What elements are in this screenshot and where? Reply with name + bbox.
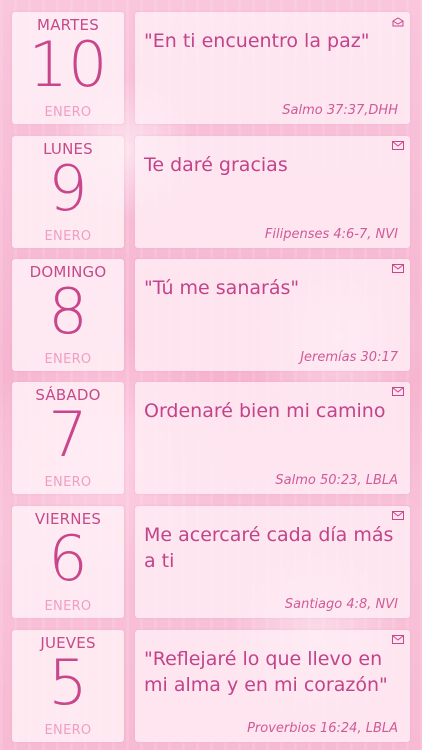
verse-reference: Salmo 37:37,DHH <box>282 103 398 118</box>
day-number: 9 <box>48 152 88 225</box>
verse-card[interactable]: "En ti encuentro la paz" Salmo 37:37,DHH <box>135 12 410 124</box>
day-number: 8 <box>48 275 88 348</box>
list-item[interactable]: JUEVES 5 ENERO "Reflejaré lo que llevo e… <box>0 630 422 742</box>
verse-reference: Filipenses 4:6-7, NVI <box>264 227 398 242</box>
month-label: ENERO <box>44 105 92 120</box>
list-item[interactable]: VIERNES 6 ENERO Me acercaré cada día más… <box>0 506 422 618</box>
verse-reference: Jeremías 30:17 <box>300 350 398 365</box>
verse-card[interactable]: "Tú me sanarás" Jeremías 30:17 <box>135 259 410 371</box>
month-label: ENERO <box>44 475 92 490</box>
date-card[interactable]: LUNES 9 ENERO <box>12 136 124 248</box>
day-number: 10 <box>28 28 108 101</box>
verse-text: Te daré gracias <box>144 154 288 176</box>
verse-card[interactable]: Te daré gracias Filipenses 4:6-7, NVI <box>135 136 410 248</box>
verse-text: "Tú me sanarás" <box>144 277 300 299</box>
envelope-icon[interactable] <box>392 264 404 273</box>
day-number: 5 <box>48 646 88 719</box>
list-item[interactable]: SÁBADO 7 ENERO Ordenaré bien mi camino S… <box>0 382 422 494</box>
verse-card[interactable]: Me acercaré cada día más a ti Santiago 4… <box>135 506 410 618</box>
envelope-icon[interactable] <box>392 511 404 520</box>
list-item[interactable]: DOMINGO 8 ENERO "Tú me sanarás" Jeremías… <box>0 259 422 371</box>
list-item[interactable]: MARTES 10 ENERO "En ti encuentro la paz"… <box>0 12 422 124</box>
month-label: ENERO <box>44 229 92 244</box>
verse-reference: Salmo 50:23, LBLA <box>275 473 398 488</box>
date-card[interactable]: MARTES 10 ENERO <box>12 12 124 124</box>
verse-text: Ordenaré bien mi camino <box>144 400 386 422</box>
month-label: ENERO <box>44 352 92 367</box>
date-card[interactable]: JUEVES 5 ENERO <box>12 630 124 742</box>
date-card[interactable]: DOMINGO 8 ENERO <box>12 259 124 371</box>
envelope-icon[interactable] <box>392 141 404 150</box>
verse-reference: Proverbios 16:24, LBLA <box>247 721 398 736</box>
verse-text: Me acercaré cada día más a ti <box>144 524 394 572</box>
date-card[interactable]: VIERNES 6 ENERO <box>12 506 124 618</box>
verse-text: "En ti encuentro la paz" <box>144 30 370 52</box>
envelope-icon[interactable] <box>392 635 404 644</box>
day-number: 6 <box>48 522 88 595</box>
verse-text: "Reflejaré lo que llevo en mi alma y en … <box>144 648 388 696</box>
verse-card[interactable]: Ordenaré bien mi camino Salmo 50:23, LBL… <box>135 382 410 494</box>
open-envelope-icon[interactable] <box>392 17 404 27</box>
verse-card[interactable]: "Reflejaré lo que llevo en mi alma y en … <box>135 630 410 742</box>
month-label: ENERO <box>44 723 92 738</box>
month-label: ENERO <box>44 599 92 614</box>
verse-reference: Santiago 4:8, NVI <box>284 597 398 612</box>
envelope-icon[interactable] <box>392 387 404 396</box>
day-number: 7 <box>48 398 88 471</box>
list-item[interactable]: LUNES 9 ENERO Te daré gracias Filipenses… <box>0 136 422 248</box>
date-card[interactable]: SÁBADO 7 ENERO <box>12 382 124 494</box>
